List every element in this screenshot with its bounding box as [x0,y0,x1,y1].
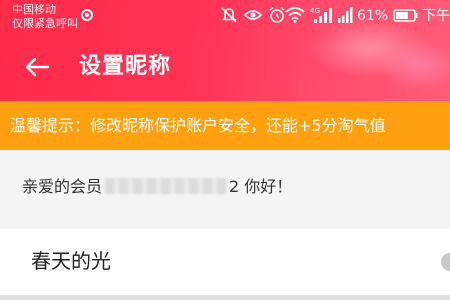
greeting-suffix: 2 你好！ [229,177,293,196]
nickname-input-field[interactable]: 春天的光 [0,229,450,295]
nickname-input-value[interactable]: 春天的光 [31,247,111,275]
member-greeting: 亲爱的会员 2 你好！ [22,176,292,198]
eye-comfort-icon [243,10,263,20]
clock: 下午 [422,8,450,24]
signal-4g-icon: 4G [310,7,332,23]
status-bar: 中国移动 仅限紧急呼叫 4G 61% 下午 [0,0,450,34]
notice-text: 温馨提示：修改昵称保护账户安全，还能+5分淘气值 [10,116,386,135]
battery-icon [393,9,418,22]
carrier-name: 中国移动 [12,3,56,16]
page-title: 设置昵称 [79,54,172,79]
battery-percentage: 61% [357,8,389,24]
app-header: 中国移动 仅限紧急呼叫 4G 61% 下午 设置昵称 [0,0,450,101]
back-button[interactable] [22,52,52,82]
signal-bars-icon [338,7,353,23]
header-decoration [380,40,450,90]
notice-banner: 温馨提示：修改昵称保护账户安全，还能+5分淘气值 [0,101,450,150]
greeting-prefix: 亲爱的会员 [22,177,103,196]
wifi-icon [285,7,305,23]
mute-icon [221,7,237,23]
camera-notification-icon [81,9,93,21]
alarm-icon [269,6,285,23]
back-arrow-icon [25,57,50,77]
carrier-status: 仅限紧急呼叫 [12,17,78,30]
svg-text:4G: 4G [310,7,320,15]
clear-input-button[interactable] [441,253,450,271]
divider [0,295,450,300]
masked-member-name [105,178,228,194]
